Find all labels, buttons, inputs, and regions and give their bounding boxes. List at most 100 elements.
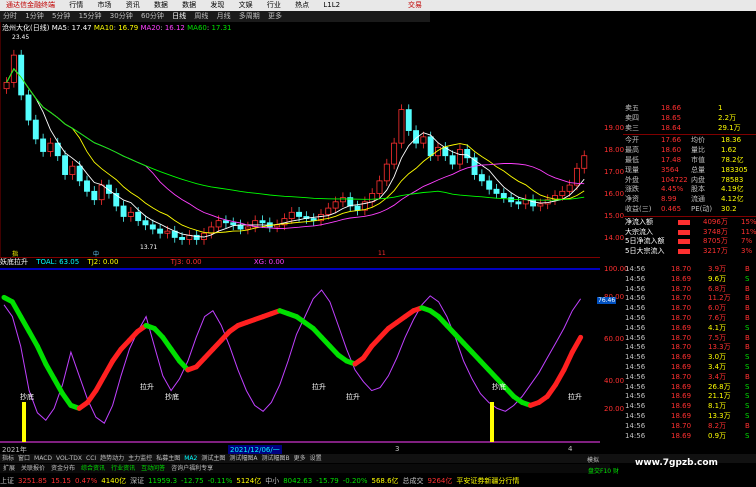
- indicator-tab[interactable]: MACD: [32, 454, 54, 463]
- chart-tag: 11: [378, 250, 386, 257]
- ma20-name: MA20: [140, 24, 161, 32]
- mode-label[interactable]: 模拟: [587, 455, 599, 464]
- indicator-tab[interactable]: VOL-TDX: [54, 454, 84, 463]
- candle: [559, 190, 566, 196]
- extension-tab[interactable]: 行业资讯: [108, 464, 138, 473]
- ma5-value: 17.47: [71, 24, 92, 32]
- trade-ticks-list[interactable]: 14:56 18.70 3.9万 B 14:56 18.69 9.6万 S 14:56 18.70…: [623, 265, 756, 443]
- candle: [76, 165, 83, 182]
- tab-5min[interactable]: 5分钟: [49, 11, 73, 22]
- flow-label: 净流入额: [625, 217, 653, 226]
- candle: [500, 193, 507, 199]
- menu-item-quote[interactable]: 行情: [63, 0, 89, 11]
- quote-cell: 量比: [691, 146, 705, 155]
- quote-cell: 78583: [721, 175, 744, 184]
- trade-cell: 14:56: [625, 343, 646, 352]
- low-price-label: 13.71: [140, 244, 158, 251]
- indicator-tab[interactable]: 主力监控: [126, 454, 154, 463]
- trade-cell: 14:56: [625, 333, 646, 342]
- signal-label: 抄底: [492, 382, 506, 391]
- tab-1min[interactable]: 1分钟: [22, 11, 46, 22]
- extension-tab[interactable]: 扩展: [0, 464, 18, 473]
- quote-cell: 2.2万: [718, 113, 737, 122]
- candle: [69, 165, 76, 175]
- indicator-axis: 100.00 80.00 60.00 40.00 20.00: [604, 265, 629, 445]
- tab-30min[interactable]: 30分钟: [107, 11, 136, 22]
- indicator-tab[interactable]: 趋势动力: [98, 454, 126, 463]
- menu-item-news[interactable]: 资讯: [120, 0, 146, 11]
- trade-row: 14:56 18.69 13.3万 S: [623, 412, 756, 422]
- ma-legend: 沧州大化(日线) MA5: 17.47 MA10: 16.79 MA20: 16…: [2, 24, 232, 32]
- indicator-tab[interactable]: 测试幅图A: [227, 454, 259, 463]
- indicator-tab[interactable]: 测试主图: [199, 454, 227, 463]
- trade-cell: B: [745, 313, 750, 322]
- indicator-tab[interactable]: 更多: [292, 454, 308, 463]
- quote-cell: 18.64: [661, 123, 682, 132]
- trade-cell: 8.1万: [708, 402, 727, 411]
- tab-more[interactable]: 更多: [265, 11, 285, 22]
- indicator-tab[interactable]: 私募主图: [154, 454, 182, 463]
- extension-tab[interactable]: 咨询户福利专享: [168, 464, 216, 473]
- indicator-name[interactable]: 妖底拉升: [0, 258, 28, 266]
- extension-tab[interactable]: 关联报价: [18, 464, 48, 473]
- quote-cell: 18.60: [661, 146, 682, 155]
- indicator-tab[interactable]: CCI: [84, 454, 98, 463]
- quote-cell: 17.66: [661, 136, 682, 145]
- tab-multi-period[interactable]: 多周期: [236, 11, 263, 22]
- indicator-chart[interactable]: 抄底拉升抄底拉升拉升抄底拉升: [0, 267, 600, 445]
- trade-cell: 18.70: [671, 372, 692, 381]
- stat-row: 收益(三) 0.465 PE(动) 30.2: [623, 205, 756, 215]
- indicator-tick: 20.00: [604, 405, 625, 413]
- indicator-tab[interactable]: 窗口: [16, 454, 32, 463]
- flow-value: 3748万: [703, 227, 728, 236]
- indicator-tab[interactable]: 指标: [0, 454, 16, 463]
- tab-timeshare[interactable]: 分时: [0, 11, 20, 22]
- menu-item-discover[interactable]: 发现: [204, 0, 230, 11]
- menu-item-l1l2[interactable]: L1L2: [317, 0, 346, 11]
- tab-15min[interactable]: 15分钟: [76, 11, 105, 22]
- indicator-tab[interactable]: 测试幅图B: [259, 454, 291, 463]
- trade-cell: 14:56: [625, 313, 646, 322]
- tab-daily[interactable]: 日线: [169, 11, 189, 22]
- quote-cell: 4.12亿: [721, 195, 744, 204]
- trade-cell: 14:56: [625, 372, 646, 381]
- indicator-token: TOAL: 63.05: [36, 258, 80, 266]
- trade-cell: 6.0万: [708, 304, 727, 313]
- flow-row: 净流入额 4096万 15%: [623, 218, 756, 228]
- f10-label[interactable]: 盘交F10 财: [588, 466, 619, 475]
- candle: [573, 167, 580, 186]
- menu-item-industry[interactable]: 行业: [261, 0, 287, 11]
- menu-item-hotspot[interactable]: 热点: [289, 0, 315, 11]
- flow-pct: 3%: [741, 247, 753, 256]
- trade-cell: 18.70: [671, 265, 692, 273]
- trade-cell: B: [745, 372, 750, 381]
- extension-tab[interactable]: 资金分布: [48, 464, 78, 473]
- tab-60min[interactable]: 60分钟: [138, 11, 167, 22]
- menu-item-market[interactable]: 市场: [91, 0, 117, 11]
- quote-cell: 流通: [691, 195, 705, 204]
- tab-monthly[interactable]: 月线: [214, 11, 234, 22]
- trade-cell: 8.2万: [708, 421, 727, 430]
- indicator-token: TJ2: 0.00: [87, 258, 119, 266]
- price-chart[interactable]: [0, 22, 600, 258]
- trade-cell: 3.9万: [708, 265, 727, 273]
- menu-item-data-2[interactable]: 数据: [176, 0, 202, 11]
- extension-tab[interactable]: 综合资讯: [78, 464, 108, 473]
- trade-cell: B: [745, 284, 750, 293]
- indicator-tab[interactable]: 设置: [308, 454, 324, 463]
- indicator-tab[interactable]: MA2: [182, 454, 199, 463]
- trade-row: 14:56 18.69 3.4万 S: [623, 363, 756, 373]
- indicator-segment: [18, 314, 32, 334]
- menu-item-entertainment[interactable]: 文娱: [233, 0, 259, 11]
- tab-weekly[interactable]: 周线: [191, 11, 211, 22]
- menu-item-data[interactable]: 数据: [148, 0, 174, 11]
- extension-tabs: 扩展 关联报价 资金分布 综合资讯 行业资讯 互动问答 咨询户福利专享: [0, 464, 610, 473]
- extension-tab[interactable]: 互动问答: [138, 464, 168, 473]
- candle: [222, 220, 229, 224]
- quote-cell: 收益(三): [625, 204, 652, 213]
- trade-button[interactable]: 交易: [402, 0, 428, 11]
- index-value: 9264亿: [427, 477, 453, 485]
- candle: [449, 155, 456, 165]
- trade-cell: 3.0万: [708, 353, 727, 362]
- candle: [354, 205, 361, 211]
